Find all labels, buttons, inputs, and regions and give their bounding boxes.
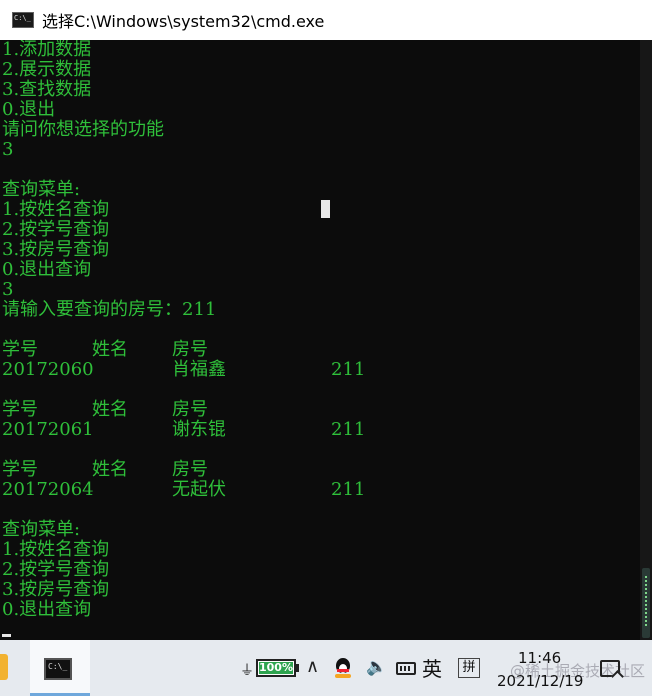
power-plug-icon: ⏚ (240, 663, 254, 679)
console-line: 查询菜单: (2, 519, 81, 540)
result-student-name: 肖福鑫 (172, 359, 226, 380)
console-line: 2.按学号查询 (2, 559, 110, 580)
chevron-up-icon[interactable]: ∧ (306, 656, 319, 677)
console-line: 1.按姓名查询 (2, 539, 110, 560)
result-header-name: 姓名 (92, 339, 128, 360)
console-line: 1.按姓名查询 (2, 199, 110, 220)
console-line: 请问你想选择的功能 (2, 119, 164, 140)
console-line: 3.按房号查询 (2, 579, 110, 600)
battery-tip (296, 664, 299, 672)
result-room-number: 211 (331, 359, 366, 380)
battery-percentage: 100% (259, 661, 293, 674)
window-title-bar[interactable]: 选择C:\Windows\system32\cmd.exe (0, 0, 652, 40)
speaker-icon[interactable]: 🔈 (366, 657, 387, 677)
result-header-name: 姓名 (92, 459, 128, 480)
result-header-name: 姓名 (92, 399, 128, 420)
ime-mode-indicator[interactable]: 拼 (458, 658, 480, 678)
blinking-text-cursor (2, 634, 11, 637)
result-header-id: 学号 (2, 339, 38, 360)
result-header-id: 学号 (2, 459, 38, 480)
i-beam-cursor (321, 200, 330, 218)
result-student-id: 20172061 (2, 419, 94, 440)
console-line: 请输入要查询的房号：211 (2, 299, 217, 320)
console-line: 2.按学号查询 (2, 219, 110, 240)
scrollbar-thumb[interactable] (642, 568, 650, 638)
cmd-app-icon[interactable] (12, 12, 34, 28)
vertical-scrollbar[interactable] (640, 40, 652, 640)
taskbar-cmd-button[interactable] (30, 640, 90, 696)
notification-icon[interactable] (600, 660, 620, 677)
battery-icon[interactable]: 100% (256, 659, 296, 677)
clock-date[interactable]: 2021/12/19 (497, 672, 583, 690)
console-line: 0.退出查询 (2, 259, 92, 280)
cmd-taskbar-icon (44, 658, 72, 680)
console-line: 0.退出 (2, 99, 56, 120)
console-line: 3 (2, 139, 14, 160)
result-room-number: 211 (331, 479, 366, 500)
result-header-room: 房号 (172, 399, 208, 420)
console-line: 查询菜单: (2, 179, 81, 200)
result-header-room: 房号 (172, 339, 208, 360)
console-line: 3.查找数据 (2, 79, 92, 100)
ime-language-indicator[interactable]: 英 (422, 653, 442, 682)
console-line: 0.退出查询 (2, 599, 92, 620)
console-line: 3.按房号查询 (2, 239, 110, 260)
file-explorer-icon[interactable] (0, 654, 8, 680)
keyboard-icon[interactable] (396, 662, 416, 675)
console-line: 3 (2, 279, 14, 300)
result-room-number: 211 (331, 419, 366, 440)
console-output[interactable]: 1.添加数据 2.展示数据 3.查找数据 0.退出 请问你想选择的功能 3 查询… (0, 40, 640, 640)
result-student-id: 20172060 (2, 359, 94, 380)
result-student-name: 谢东锟 (172, 419, 226, 440)
result-student-id: 20172064 (2, 479, 94, 500)
taskbar: ⏚ 100% ∧ 🔈 英 拼 11:46 @稀土掘金技术社区 2021/12/1… (0, 640, 652, 696)
console-line: 1.添加数据 (2, 40, 92, 60)
console-line: 2.展示数据 (2, 59, 92, 80)
result-student-name: 无起伏 (172, 479, 226, 500)
result-header-id: 学号 (2, 399, 38, 420)
qq-penguin-icon[interactable] (334, 658, 352, 678)
result-header-room: 房号 (172, 459, 208, 480)
window-title: 选择C:\Windows\system32\cmd.exe (42, 12, 325, 31)
